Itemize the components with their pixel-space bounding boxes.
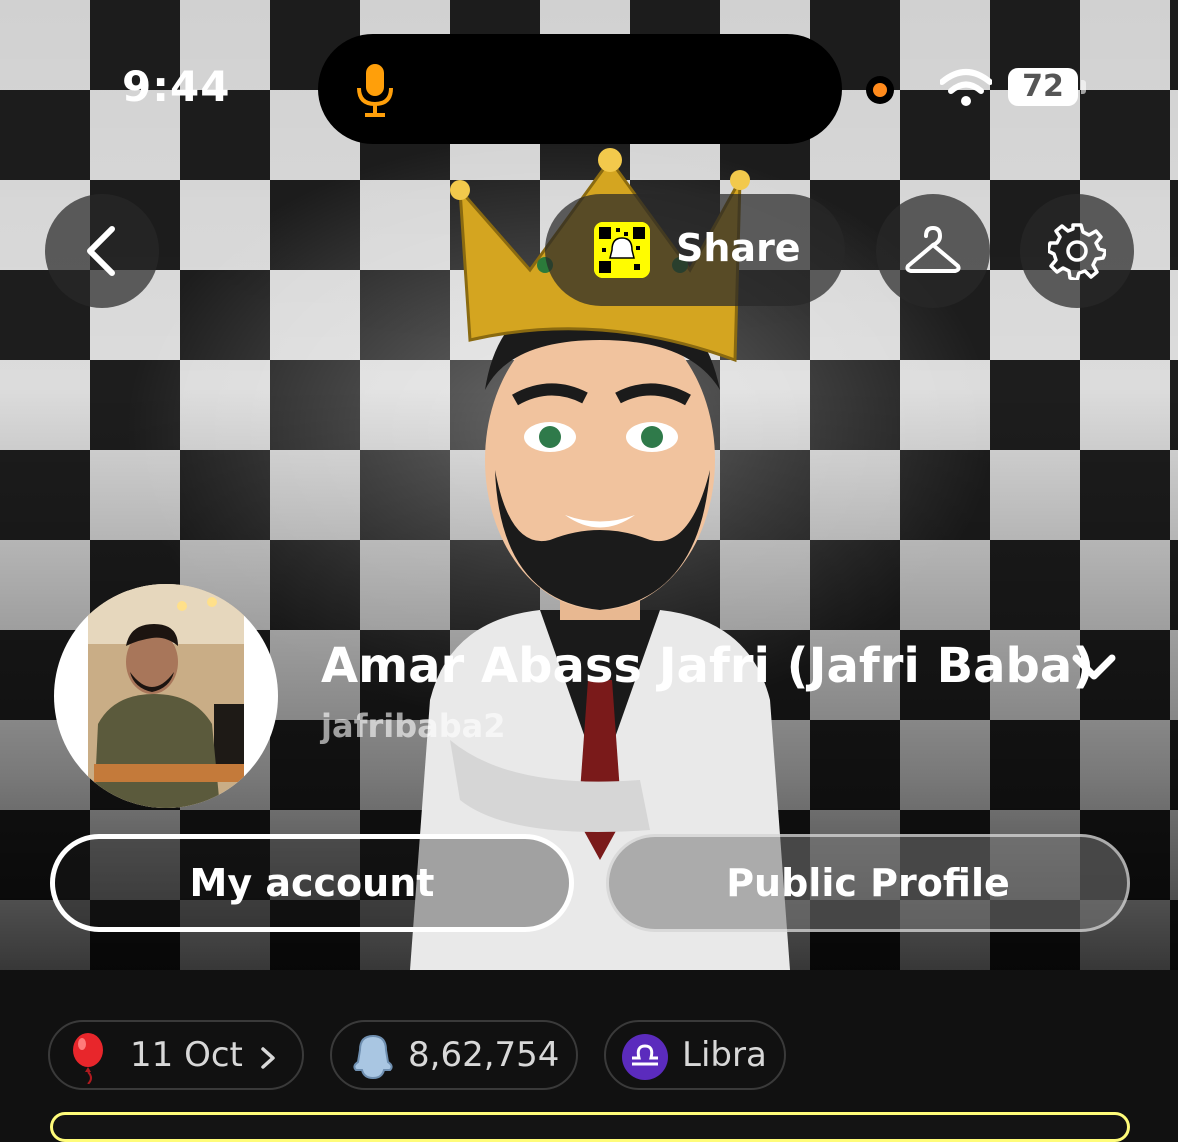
- chevron-left-icon: [87, 226, 115, 276]
- next-card-edge: [50, 1112, 1130, 1142]
- balloon-icon: [73, 1033, 103, 1084]
- battery-terminal: [1081, 80, 1086, 94]
- profile-hero-background: [0, 0, 1178, 970]
- zodiac-label: Libra: [682, 1035, 767, 1075]
- username: jafribaba2: [321, 707, 506, 745]
- recording-indicator-icon: [866, 76, 894, 104]
- chevron-right-icon: [261, 1047, 275, 1069]
- libra-zodiac-icon: [622, 1034, 668, 1080]
- share-label: Share: [676, 226, 801, 270]
- snapcode-icon: [594, 222, 650, 278]
- profile-photo-image: [88, 584, 244, 808]
- gear-icon: [1048, 223, 1106, 280]
- my-account-button[interactable]: My account: [50, 834, 574, 932]
- display-name: Amar Abass Jafri (Jafri Baba): [321, 638, 1095, 694]
- microphone-icon: [357, 64, 393, 117]
- snap-score-chip[interactable]: 8,62,754: [330, 1020, 578, 1090]
- back-button[interactable]: [45, 194, 159, 308]
- birthday-label: 11 Oct: [130, 1035, 243, 1075]
- birthday-chip[interactable]: 11 Oct: [48, 1020, 304, 1090]
- profile-photo[interactable]: [54, 584, 278, 808]
- status-time: 9:44: [122, 62, 231, 111]
- wifi-icon: [940, 69, 992, 106]
- outfit-button[interactable]: [876, 194, 990, 308]
- chevron-down-icon[interactable]: [1072, 652, 1116, 682]
- dynamic-island: [318, 34, 842, 144]
- battery-level: 72: [1008, 68, 1078, 106]
- snap-score-value: 8,62,754: [408, 1035, 560, 1075]
- public-profile-label: Public Profile: [726, 861, 1010, 905]
- public-profile-button[interactable]: Public Profile: [606, 834, 1130, 932]
- zodiac-chip[interactable]: Libra: [604, 1020, 786, 1090]
- my-account-label: My account: [189, 861, 435, 905]
- hanger-icon: [905, 226, 961, 273]
- settings-button[interactable]: [1020, 194, 1134, 308]
- snap-score-ghost-icon: [353, 1034, 393, 1080]
